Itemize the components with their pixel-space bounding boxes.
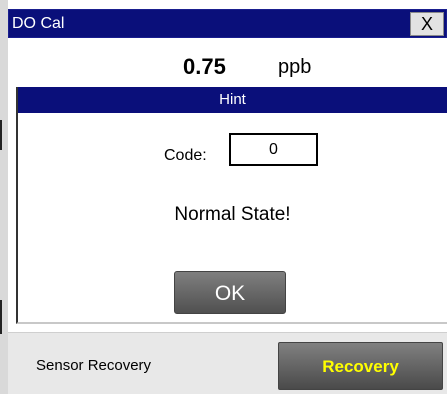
recovery-button[interactable]: Recovery <box>278 342 443 390</box>
measurement-reading: 0.75 ppb <box>0 54 447 84</box>
footer-bar: Sensor Recovery Recovery <box>8 332 447 394</box>
close-button[interactable]: X <box>410 12 444 36</box>
code-field[interactable]: 0 <box>229 133 318 166</box>
reading-value: 0.75 <box>183 54 226 79</box>
dialog-title: Hint <box>18 87 447 113</box>
frame-edge-mark <box>0 120 2 150</box>
sensor-recovery-label: Sensor Recovery <box>36 357 152 374</box>
window-title: DO Cal <box>12 15 65 32</box>
hint-dialog: Hint Code: 0 Normal State! OK <box>16 87 447 324</box>
frame-edge-mark <box>0 300 2 334</box>
code-label: Code: <box>164 147 207 164</box>
status-message: Normal State! <box>174 204 291 225</box>
ok-button[interactable]: OK <box>174 271 286 314</box>
title-bar: DO Cal X <box>8 9 447 38</box>
reading-unit: ppb <box>278 56 312 78</box>
